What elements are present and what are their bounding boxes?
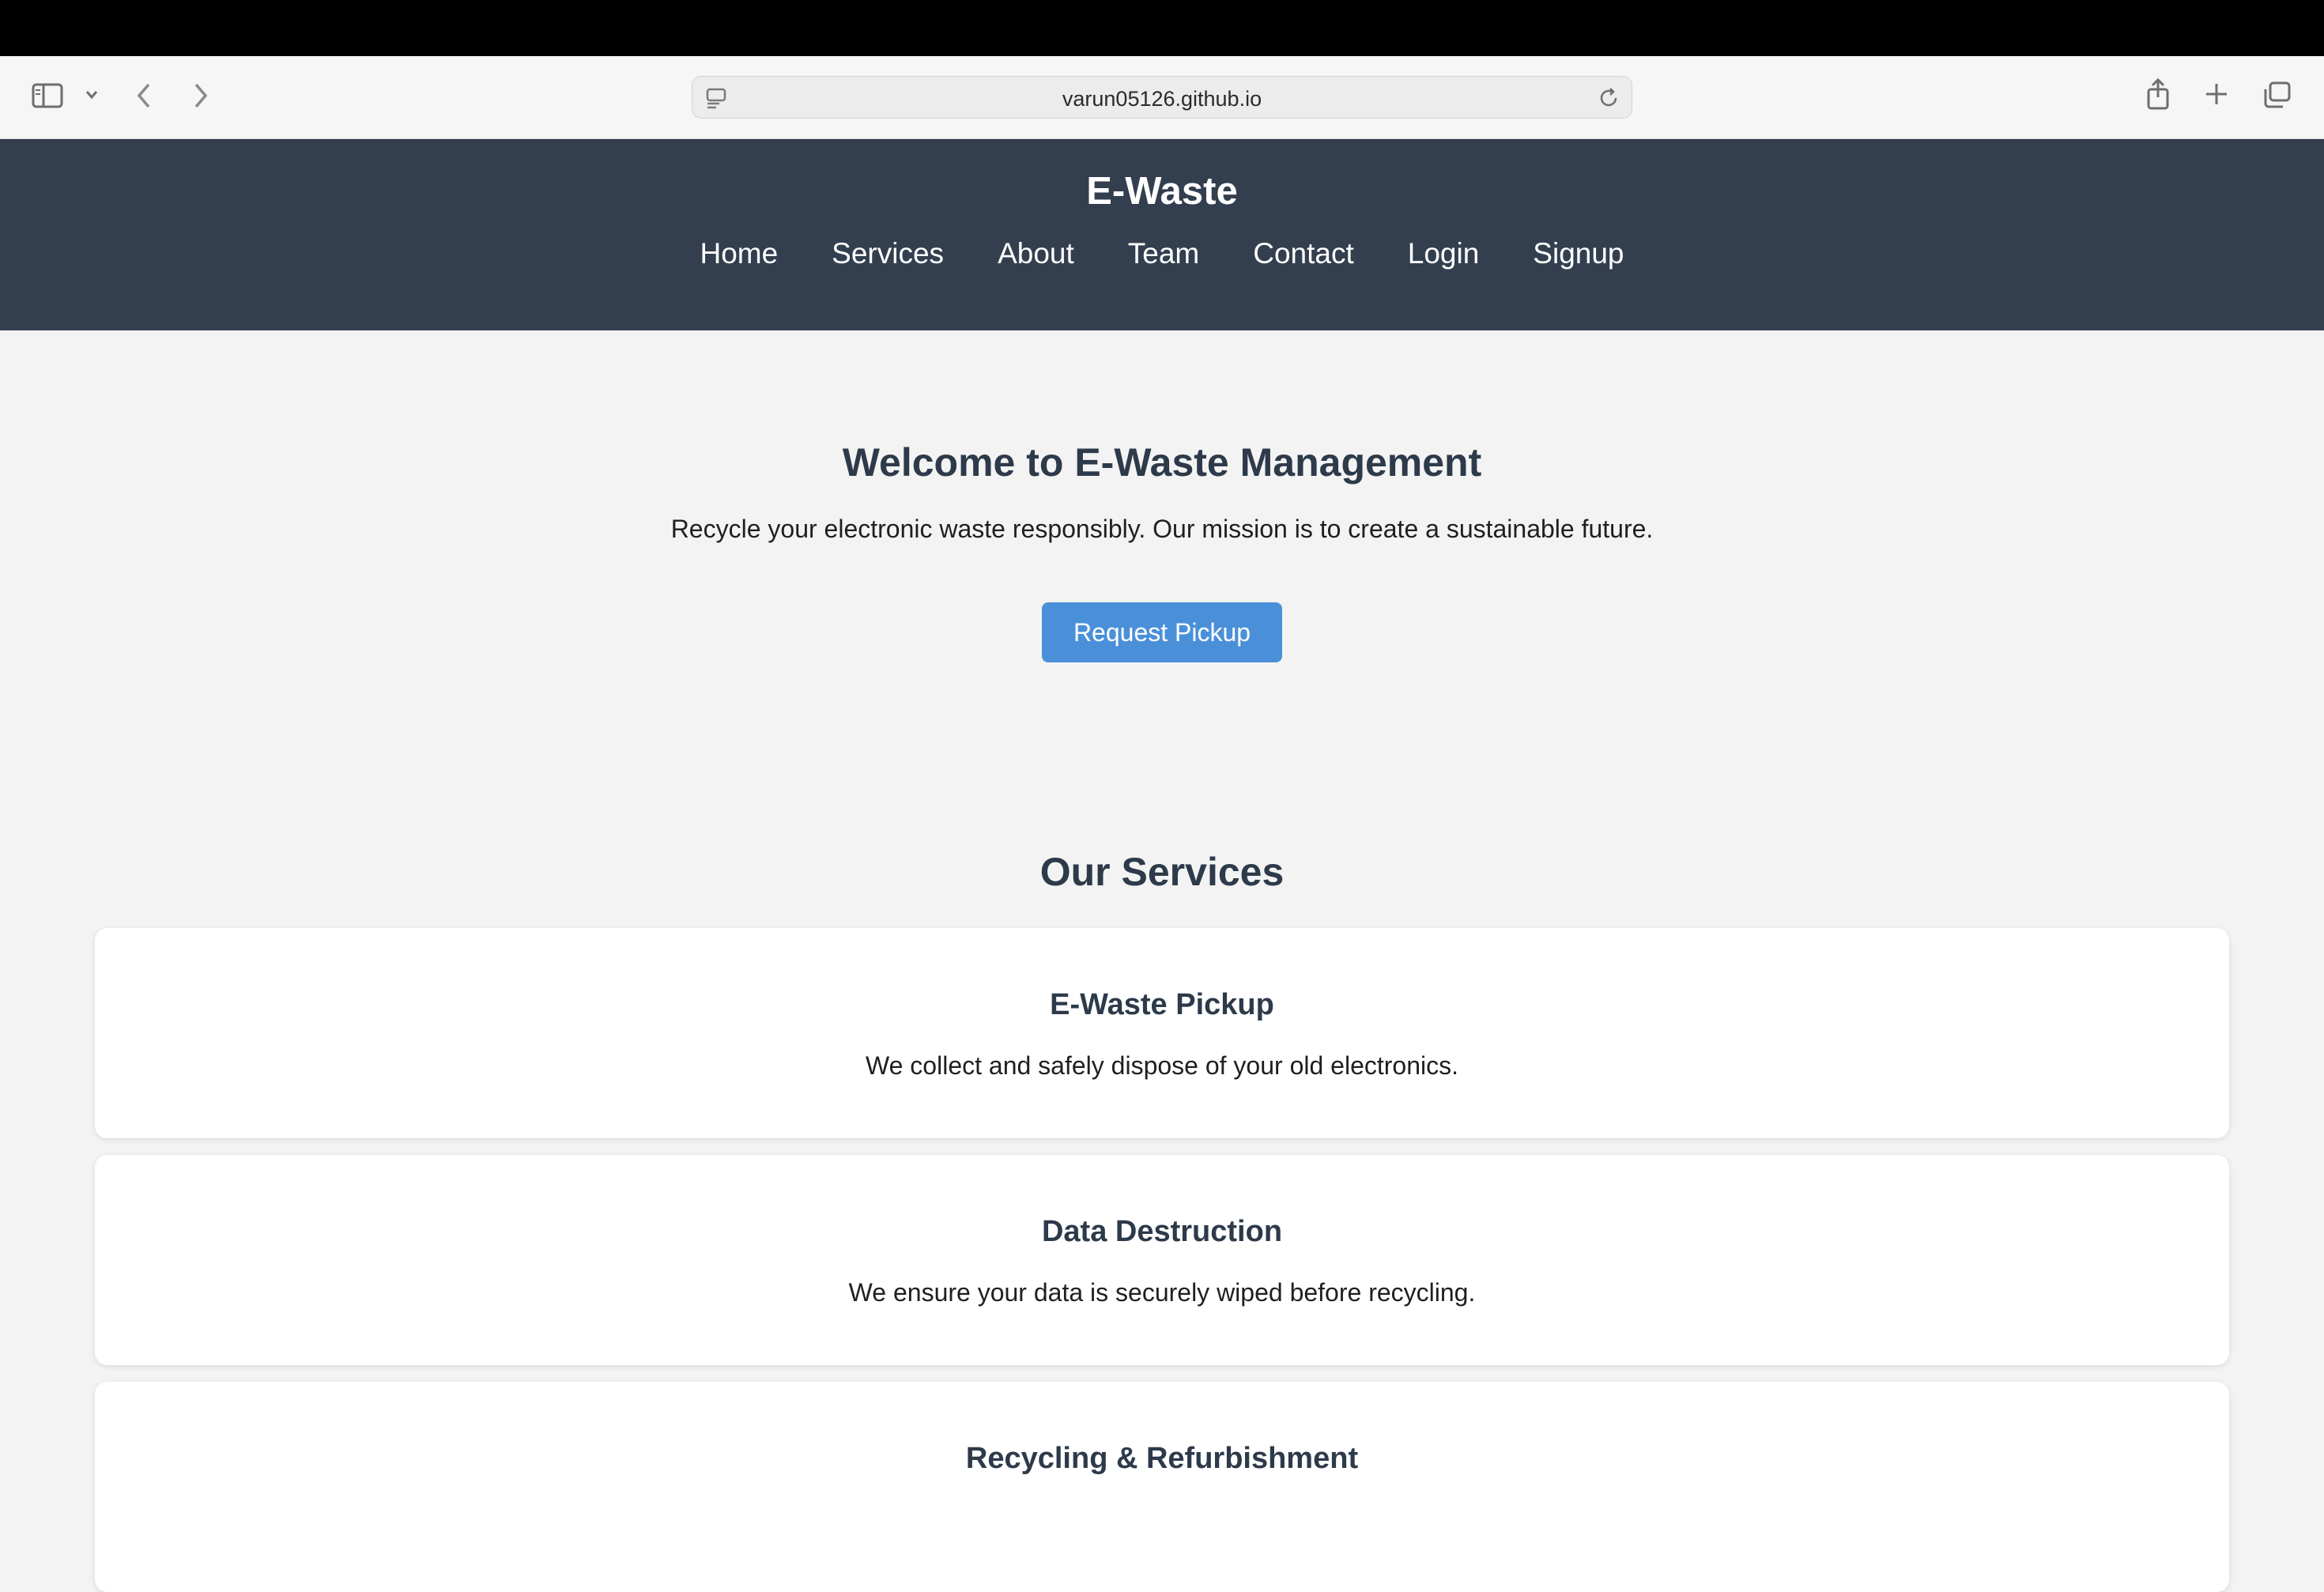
nav-link-contact[interactable]: Contact — [1253, 237, 1354, 270]
nav-link-about[interactable]: About — [998, 237, 1074, 270]
tab-overview-icon[interactable] — [2262, 81, 2291, 108]
nav-link-team[interactable]: Team — [1128, 237, 1199, 270]
nav-link-login[interactable]: Login — [1408, 237, 1480, 270]
forward-arrow-icon[interactable] — [190, 81, 212, 110]
site-header: E-Waste Home Services About Team Contact… — [0, 139, 2324, 330]
chevron-down-icon[interactable] — [84, 89, 100, 100]
nav-link-home[interactable]: Home — [700, 237, 778, 270]
request-pickup-button[interactable]: Request Pickup — [1042, 602, 1282, 662]
reload-icon[interactable] — [1597, 86, 1620, 114]
service-card-title: E-Waste Pickup — [1050, 988, 1274, 1021]
share-icon[interactable] — [2145, 78, 2171, 110]
main-nav: Home Services About Team Contact Login S… — [0, 237, 2324, 270]
service-card-title: Data Destruction — [1041, 1215, 1283, 1248]
service-card-pickup: E-Waste Pickup We collect and safely dis… — [95, 928, 2229, 1138]
nav-link-services[interactable]: Services — [832, 237, 944, 270]
site-logo-title[interactable]: E-Waste — [0, 169, 2324, 213]
back-arrow-icon[interactable] — [133, 81, 155, 110]
hero-description: Recycle your electronic waste responsibl… — [670, 515, 1654, 543]
url-text[interactable]: varun05126.github.io — [692, 87, 1632, 111]
nav-link-signup[interactable]: Signup — [1533, 237, 1624, 270]
service-card-recycling: Recycling & Refurbishment — [95, 1382, 2229, 1592]
service-card-description: We collect and safely dispose of your ol… — [865, 1051, 1458, 1080]
new-tab-plus-icon[interactable] — [2204, 81, 2229, 107]
services-heading: Our Services — [1039, 850, 1285, 894]
browser-toolbar: varun05126.github.io — [0, 56, 2324, 139]
sidebar-toggle-icon[interactable] — [32, 83, 63, 108]
service-card-data-destruction: Data Destruction We ensure your data is … — [95, 1155, 2229, 1365]
address-bar[interactable]: varun05126.github.io — [692, 76, 1632, 119]
hero-title: Welcome to E-Waste Management — [842, 440, 1482, 485]
service-card-title: Recycling & Refurbishment — [965, 1442, 1359, 1475]
system-menu-bar — [0, 0, 2324, 56]
service-card-description: We ensure your data is securely wiped be… — [848, 1278, 1476, 1307]
